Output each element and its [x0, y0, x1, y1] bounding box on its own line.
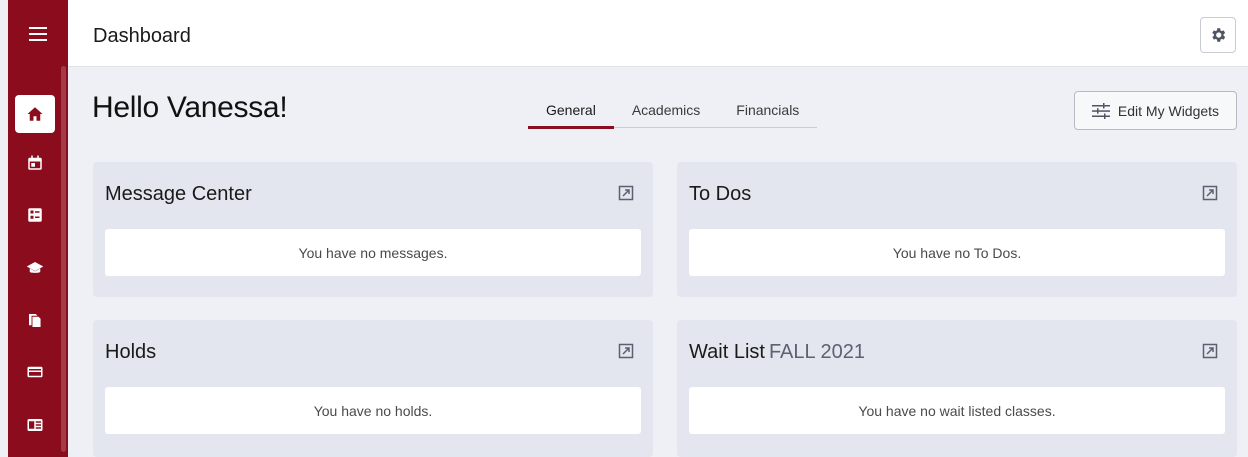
widget-open-button[interactable]	[1199, 340, 1221, 362]
widget-title: Message Center	[105, 183, 252, 205]
open-external-icon	[1202, 343, 1218, 359]
widget-title: Holds	[105, 341, 157, 363]
sidebar-item-calendar[interactable]	[15, 144, 55, 182]
newspaper-icon	[27, 419, 43, 431]
widget-open-button[interactable]	[615, 340, 637, 362]
documents-icon	[29, 314, 42, 328]
open-external-icon	[618, 185, 634, 201]
widget-wait-list: Wait List FALL 2021 You have no wait list…	[677, 320, 1237, 457]
sidebar-scrollbar[interactable]	[61, 66, 66, 452]
widget-holds: Holds You have no holds.	[93, 320, 653, 457]
widget-message-center: Message Center You have no messages.	[93, 162, 653, 297]
home-icon	[27, 107, 43, 121]
open-external-icon	[1202, 185, 1218, 201]
widget-open-button[interactable]	[1199, 182, 1221, 204]
sidebar	[8, 0, 68, 457]
widget-term: FALL 2021	[768, 341, 865, 363]
hamburger-menu-icon	[29, 27, 47, 41]
tab-academics[interactable]: Academics	[614, 96, 718, 127]
edit-widgets-label: Edit My Widgets	[1117, 102, 1220, 119]
widget-title-text: Wait List	[689, 341, 765, 363]
greeting-heading: Hello Vanessa!	[92, 91, 288, 124]
calendar-icon	[28, 155, 42, 170]
sidebar-item-payments[interactable]	[15, 353, 55, 391]
top-header: Dashboard	[68, 0, 1248, 67]
page-title: Dashboard	[93, 25, 191, 47]
edit-widgets-button[interactable]: Edit My Widgets	[1074, 91, 1237, 130]
settings-button[interactable]	[1200, 17, 1236, 53]
widget-content: You have no To Dos.	[689, 229, 1225, 276]
gear-icon	[1212, 28, 1226, 42]
menu-button[interactable]	[8, 14, 68, 54]
sidebar-item-grid-list[interactable]	[15, 196, 55, 234]
sliders-icon	[1091, 102, 1110, 119]
credit-card-icon	[27, 366, 43, 378]
widget-title: Wait List FALL 2021	[689, 341, 865, 364]
sidebar-item-documents[interactable]	[15, 301, 55, 339]
widget-content: You have no wait listed classes.	[689, 387, 1225, 434]
list-grid-icon	[28, 208, 42, 222]
widget-title: To Dos	[689, 183, 752, 205]
tab-financials[interactable]: Financials	[718, 96, 817, 127]
widget-open-button[interactable]	[615, 182, 637, 204]
widget-content: You have no messages.	[105, 229, 641, 276]
sidebar-item-news[interactable]	[15, 406, 55, 444]
widget-todos: To Dos You have no To Dos.	[677, 162, 1237, 297]
widget-content: You have no holds.	[105, 387, 641, 434]
open-external-icon	[618, 343, 634, 359]
tab-general[interactable]: General	[528, 96, 614, 129]
graduation-cap-icon	[26, 262, 44, 273]
dashboard-tabs: General Academics Financials	[528, 96, 818, 129]
sidebar-item-academics[interactable]	[15, 249, 55, 287]
sidebar-item-home[interactable]	[15, 95, 55, 133]
